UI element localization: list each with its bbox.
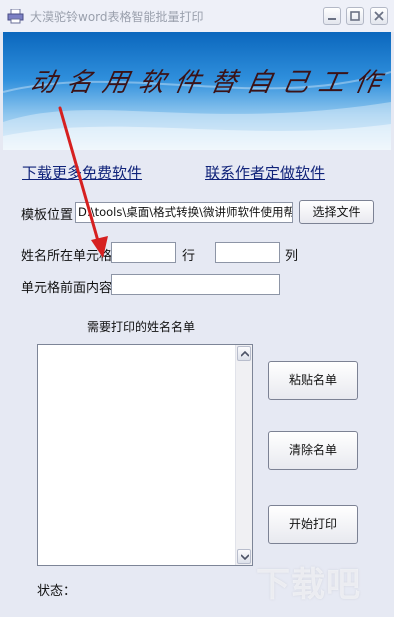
row-unit-label: 行 [182, 249, 196, 264]
maximize-icon [350, 11, 360, 21]
clear-list-button[interactable]: 清除名单 [268, 431, 358, 470]
prefix-content-label: 单元格前面内容 [21, 281, 113, 296]
start-print-button[interactable]: 开始打印 [268, 505, 358, 544]
minimize-icon [328, 18, 336, 20]
maximize-button[interactable] [346, 7, 364, 25]
window-title: 大漠驼铃word表格智能批量打印 [30, 10, 204, 24]
row-input[interactable] [111, 242, 176, 263]
contact-author-link[interactable]: 联系作者定做软件 [205, 162, 325, 183]
close-icon [374, 11, 384, 21]
name-list-textarea[interactable] [37, 344, 253, 566]
close-button[interactable] [370, 7, 388, 25]
scroll-up-button[interactable] [237, 346, 251, 361]
name-list-scrollbar[interactable] [235, 345, 252, 565]
watermark-logo: 下载吧 [256, 565, 361, 605]
template-path-field[interactable]: D:\tools\桌面\格式转换\微讲师软件使用帮 [75, 202, 293, 223]
name-cell-label: 姓名所在单元格 [21, 249, 113, 264]
minimize-button[interactable] [323, 7, 341, 25]
banner-image: 动名用软件替自己工作 [3, 32, 391, 150]
banner-slogan: 动名用软件替自己工作 [27, 68, 391, 98]
title-bar: 大漠驼铃word表格智能批量打印 [0, 0, 394, 32]
column-unit-label: 列 [285, 249, 299, 264]
paste-list-button[interactable]: 粘贴名单 [268, 361, 358, 400]
choose-file-button[interactable]: 选择文件 [299, 200, 374, 224]
chevron-up-icon [241, 351, 249, 357]
chevron-down-icon [241, 554, 249, 560]
printer-icon [7, 9, 24, 24]
template-location-label: 模板位置 [21, 208, 74, 223]
prefix-content-input[interactable] [111, 274, 280, 295]
name-list-heading: 需要打印的姓名名单 [87, 320, 196, 334]
download-more-link[interactable]: 下载更多免费软件 [22, 162, 142, 183]
scroll-down-button[interactable] [237, 549, 251, 564]
status-label: 状态： [37, 584, 77, 599]
column-input[interactable] [215, 242, 280, 263]
